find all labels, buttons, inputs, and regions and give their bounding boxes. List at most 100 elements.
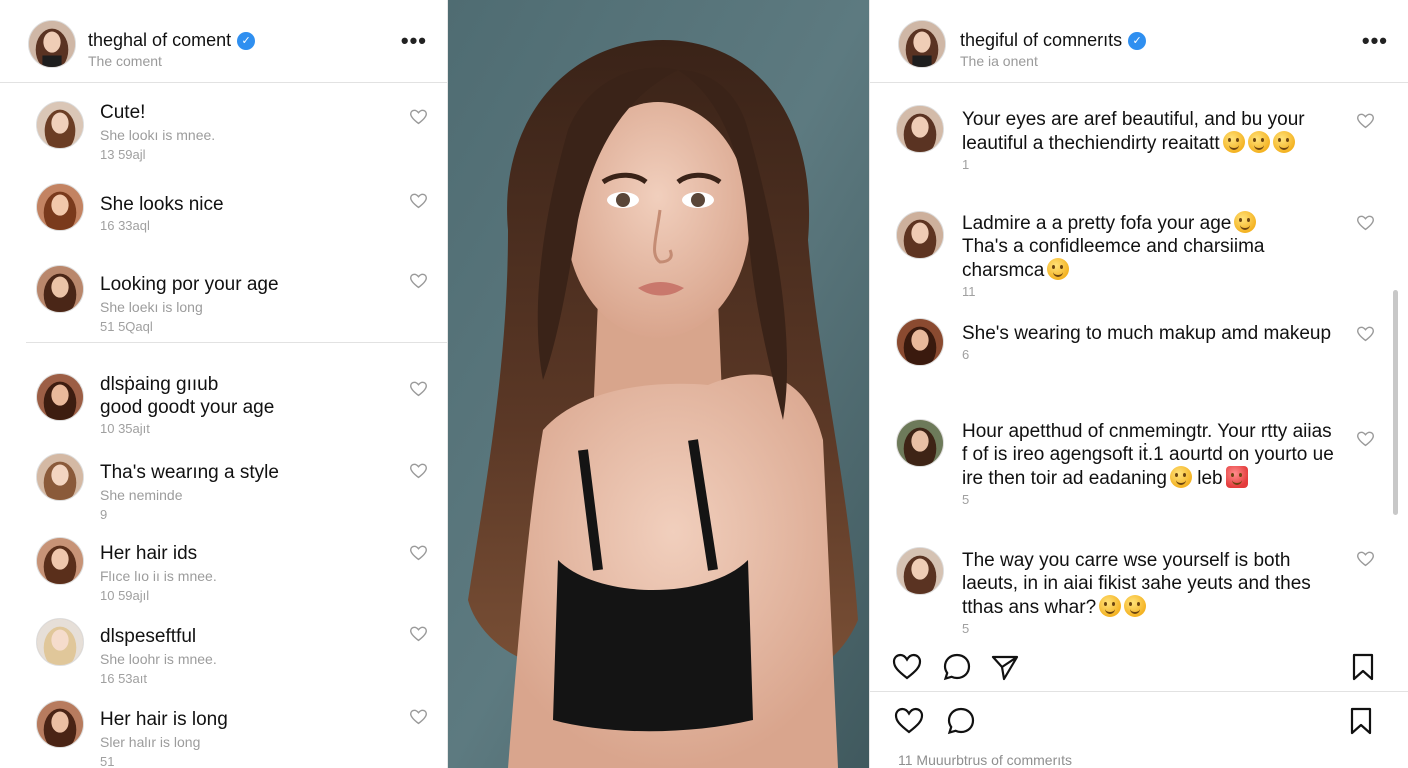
emoji-icon [1047, 258, 1070, 280]
commenter-avatar[interactable] [896, 318, 944, 366]
comment-text: dlspeseftful [100, 626, 197, 647]
comment-text: Her hair ids [100, 543, 198, 564]
like-heart-icon[interactable] [410, 381, 427, 397]
comment-text: Your eyes are aref beautiful, and bu you… [962, 108, 1336, 155]
commenter-avatar[interactable] [896, 547, 944, 595]
comment-meta[interactable]: 5 [962, 490, 1336, 510]
comment-body: Tha's wearıng a style She neminde 9 [100, 461, 397, 525]
comment-body: dlsṗaing gııub good goodt your age 10 35… [100, 373, 397, 439]
comment-text-content-2: Tha's a confidleemce and charsiima chars… [962, 236, 1265, 281]
post-username[interactable]: theghal of coment ✓ [88, 30, 256, 51]
comment-meta[interactable]: 5 [962, 619, 1336, 639]
emoji-icon [1272, 131, 1295, 153]
like-heart-icon[interactable] [892, 652, 922, 682]
more-options-icon[interactable]: ••• [401, 28, 427, 54]
like-heart-icon[interactable] [410, 109, 427, 125]
right-comments-panel: thegiful of comnerıts ✓ The ia onent •••… [869, 0, 1408, 768]
emoji-icon [1222, 131, 1245, 153]
comment-body: Cute! She lookı is mnee. 13 59ajl [100, 101, 397, 165]
bookmark-icon[interactable] [1348, 652, 1378, 682]
comment-text: Ladmire a a pretty fofa your age [962, 211, 1336, 235]
comment-text-line2: Tha's a confidleemce and charsiima chars… [962, 235, 1336, 282]
comment-subtext: She neminde [100, 487, 183, 503]
commenter-avatar[interactable] [36, 373, 84, 421]
share-send-icon[interactable] [990, 652, 1020, 682]
post-photo[interactable] [448, 0, 869, 768]
comment-meta[interactable]: 51 5Qaql [100, 317, 397, 337]
comment-text-end: leb [1197, 468, 1223, 489]
comment-meta[interactable]: 11 [962, 282, 1336, 302]
comment-text: Cute! [100, 102, 146, 123]
commenter-avatar[interactable] [36, 453, 84, 501]
comment-text: She looks nice [100, 194, 224, 215]
commenter-avatar[interactable] [896, 211, 944, 259]
post-username[interactable]: thegiful of comnerıts ✓ [960, 30, 1147, 51]
like-heart-icon[interactable] [1357, 431, 1374, 447]
commenter-avatar[interactable] [36, 537, 84, 585]
emoji-icon [1169, 466, 1192, 488]
comment-meta[interactable]: 16 33aql [100, 216, 397, 236]
commenter-avatar[interactable] [36, 618, 84, 666]
comment-body: The way you carre wse yourself is both l… [962, 549, 1336, 639]
comment-text: Hour apetthud of cnmemingtr. Your rtty a… [962, 420, 1336, 490]
comment-meta[interactable]: 10 59ajıl [100, 586, 397, 606]
username-text[interactable]: thegiful of comnerıts [960, 30, 1122, 51]
comment-meta[interactable]: 9 [100, 505, 397, 525]
comment-meta[interactable]: 51 [100, 752, 397, 768]
comment-subtext: Sler halır is long [100, 734, 201, 750]
like-heart-icon[interactable] [1357, 551, 1374, 567]
like-heart-icon[interactable] [894, 706, 924, 736]
portrait-image [448, 0, 869, 768]
left-post-header: theghal of coment ✓ The coment ••• [0, 0, 447, 83]
comment-text: Tha's wearıng a style [100, 462, 279, 483]
comment-bubble-icon[interactable] [946, 706, 976, 736]
like-heart-icon[interactable] [1357, 113, 1374, 129]
commenter-avatar[interactable] [896, 419, 944, 467]
like-heart-icon[interactable] [1357, 215, 1374, 231]
comment-text: The way you carre wse yourself is both l… [962, 549, 1336, 619]
profile-avatar[interactable] [898, 20, 946, 68]
commenter-avatar[interactable] [36, 265, 84, 313]
commenter-avatar[interactable] [896, 105, 944, 153]
comment-body: She's wearing to much makup amd makeup 6 [962, 322, 1336, 365]
comment-text: She's wearing to much makup amd makeup [962, 323, 1332, 344]
commenter-avatar[interactable] [36, 183, 84, 231]
comment-bubble-icon[interactable] [942, 652, 972, 682]
username-text[interactable]: theghal of coment [88, 30, 231, 51]
comment-body: Your eyes are aref beautiful, and bu you… [962, 108, 1336, 175]
like-heart-icon[interactable] [410, 463, 427, 479]
comment-subtext: She lookı is mnee. [100, 127, 216, 143]
comment-text-content: Ladmire a a pretty fofa your age [962, 213, 1232, 234]
like-heart-icon[interactable] [410, 273, 427, 289]
emoji-icon [1124, 595, 1147, 617]
commenter-avatar[interactable] [36, 101, 84, 149]
bookmark-icon[interactable] [1346, 706, 1376, 736]
comment-subtext: She loohr is mnee. [100, 651, 217, 667]
comment-body: Her hair ids Flıce lıo iı is mnee. 10 59… [100, 542, 397, 606]
comment-body: Hour apetthud of cnmemingtr. Your rtty a… [962, 420, 1336, 510]
verified-badge-icon: ✓ [1128, 31, 1147, 50]
like-heart-icon[interactable] [410, 709, 427, 725]
commenter-avatar[interactable] [36, 700, 84, 748]
comment-meta[interactable]: 10 35ajıt [100, 419, 397, 439]
comments-count-link[interactable]: 11 Muuurbtrus of commerıts [898, 752, 1072, 768]
comment-meta[interactable]: 16 53aıt [100, 669, 397, 689]
comments-scrollbar[interactable] [1393, 290, 1398, 515]
like-heart-icon[interactable] [410, 545, 427, 561]
like-heart-icon[interactable] [1357, 326, 1374, 342]
emoji-icon [1234, 211, 1257, 233]
comment-text: dlsṗaing gııub good goodt your age [100, 374, 275, 418]
right-post-header: thegiful of comnerıts ✓ The ia onent ••• [870, 0, 1408, 83]
comment-meta[interactable]: 6 [962, 345, 1336, 365]
post-subtitle: The ia onent [960, 53, 1038, 69]
comment-meta[interactable]: 1 [962, 155, 1336, 175]
comment-text: Her hair is long [100, 709, 228, 730]
more-options-icon[interactable]: ••• [1362, 28, 1388, 54]
like-heart-icon[interactable] [410, 193, 427, 209]
gift-emoji-icon [1225, 466, 1248, 488]
comment-body: Looking por your age She loekı is long 5… [100, 273, 397, 337]
like-heart-icon[interactable] [410, 626, 427, 642]
profile-avatar[interactable] [28, 20, 76, 68]
comment-meta[interactable]: 13 59ajl [100, 145, 397, 165]
emoji-icon [1099, 595, 1122, 617]
